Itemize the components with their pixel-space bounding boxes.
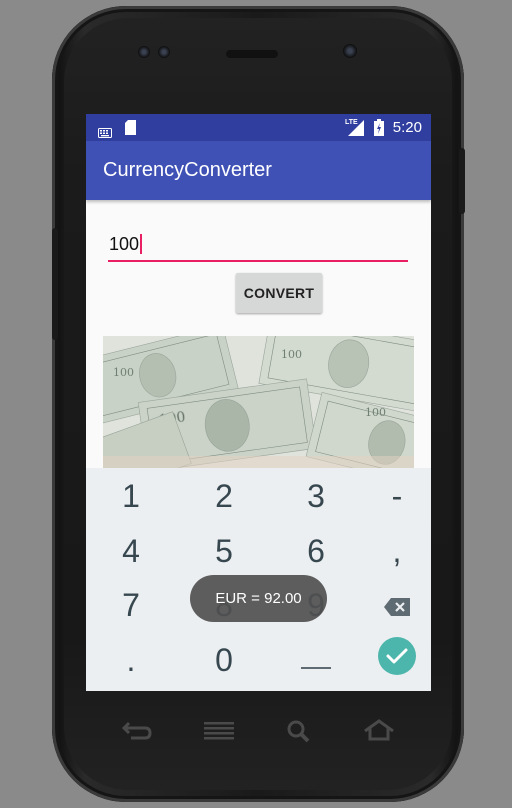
- svg-text:100: 100: [113, 366, 134, 379]
- clock: 5:20: [392, 119, 422, 136]
- volume-button: [52, 228, 58, 340]
- power-button: [459, 148, 465, 214]
- app-bar: CurrencyConverter: [86, 141, 431, 200]
- key-dot[interactable]: .: [91, 634, 171, 686]
- back-button[interactable]: [121, 719, 153, 745]
- key-5[interactable]: 5: [184, 525, 264, 577]
- battery-icon: [374, 119, 384, 140]
- done-icon: [377, 636, 417, 684]
- search-button[interactable]: [286, 719, 310, 747]
- amount-value: 100: [109, 234, 140, 254]
- key-3[interactable]: 3: [276, 470, 356, 522]
- convert-button[interactable]: CONVERT: [236, 273, 322, 313]
- key-comma[interactable]: ,: [357, 525, 431, 577]
- backspace-key[interactable]: [357, 579, 431, 631]
- sensor: [138, 46, 150, 58]
- search-icon: [286, 720, 310, 747]
- result-toast: EUR = 92.00: [190, 575, 327, 622]
- key-0[interactable]: 0: [184, 634, 264, 686]
- amount-input[interactable]: 100: [108, 230, 408, 262]
- svg-text:100: 100: [281, 348, 302, 361]
- app-title: CurrencyConverter: [103, 159, 272, 181]
- space-icon: [301, 667, 331, 669]
- sd-card-icon: [125, 120, 136, 139]
- key-7[interactable]: 7: [91, 579, 171, 631]
- text-cursor: [140, 234, 143, 254]
- key-space[interactable]: [276, 634, 356, 686]
- front-camera: [343, 44, 357, 58]
- key-4[interactable]: 4: [91, 525, 171, 577]
- keyboard-icon: [98, 123, 112, 142]
- key-1[interactable]: 1: [91, 470, 171, 522]
- key-6[interactable]: 6: [276, 525, 356, 577]
- backspace-icon: [384, 587, 410, 624]
- key-2[interactable]: 2: [184, 470, 264, 522]
- dollar-bills-image: 100 100 100 100: [103, 336, 414, 470]
- menu-icon: [204, 722, 234, 744]
- done-key[interactable]: [357, 634, 431, 686]
- sensor: [158, 46, 170, 58]
- device-screen: LTE 5:20 CurrencyConverter 100 CONVERT 1…: [86, 114, 431, 691]
- back-icon: [121, 721, 153, 745]
- home-icon: [363, 719, 395, 745]
- earpiece-speaker: [226, 50, 278, 58]
- key-minus[interactable]: -: [357, 470, 431, 522]
- home-button[interactable]: [363, 719, 395, 745]
- signal-icon: [348, 120, 364, 140]
- menu-button[interactable]: [204, 722, 234, 744]
- svg-text:100: 100: [365, 406, 386, 419]
- status-bar: LTE 5:20: [86, 114, 431, 141]
